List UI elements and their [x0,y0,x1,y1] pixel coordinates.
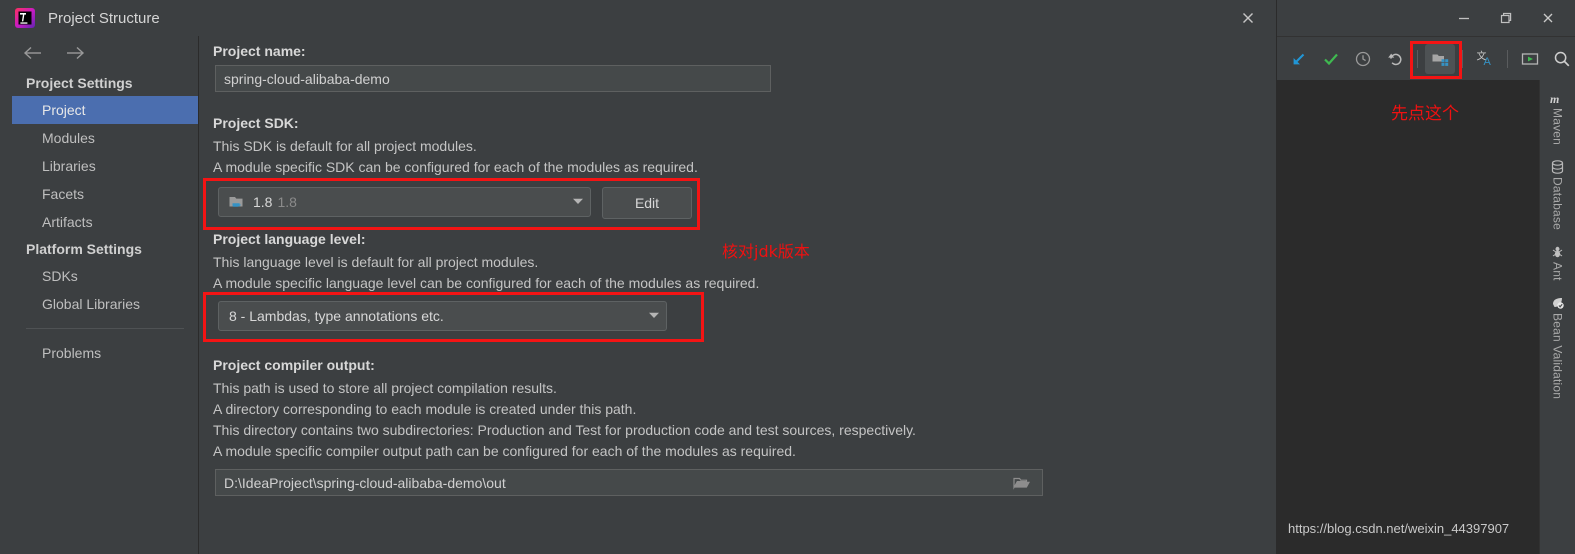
project-name-input[interactable]: spring-cloud-alibaba-demo [215,65,771,92]
translate-icon[interactable]: 文 A [1470,44,1500,74]
folder-open-icon[interactable] [1002,476,1042,490]
bean-validation-icon [1550,295,1565,311]
language-level-value: 8 - Lambdas, type annotations etc. [229,308,444,324]
jump-to-source-icon[interactable] [1284,44,1314,74]
project-structure-icon[interactable] [1425,43,1455,74]
toolbar-separator-2 [1462,49,1463,68]
project-sdk-desc-2: A module specific SDK can be configured … [213,159,698,175]
ide-tool-window-strip: m Maven Database Ant Bean Validation [1539,80,1575,554]
run-icon[interactable] [1515,44,1545,74]
sidebar-item-global-libraries[interactable]: Global Libraries [12,290,198,318]
close-icon[interactable] [1527,3,1569,33]
ide-toolbar: 文 A [1268,36,1575,80]
language-level-label: Project language level: [213,231,366,247]
edit-sdk-button[interactable]: Edit [602,187,692,219]
tool-tab-ant[interactable]: Ant [1540,244,1575,281]
project-sdk-desc-1: This SDK is default for all project modu… [213,138,477,154]
ide-title-bar [1268,0,1575,36]
tool-tab-database[interactable]: Database [1540,159,1575,230]
tool-tab-label: Bean Validation [1550,312,1565,399]
ide-editor-area [1268,80,1539,554]
clock-icon[interactable] [1348,44,1378,74]
compiler-output-input[interactable]: D:\IdeaProject\spring-cloud-alibaba-demo… [215,469,1043,496]
ant-icon [1550,244,1565,260]
sidebar-divider [26,328,184,329]
navigation-arrows [12,36,198,70]
arrow-right-icon[interactable] [64,45,86,61]
dialog-title-bar: Project Structure [8,0,1276,36]
toolbar-separator-3 [1507,49,1508,68]
dialog-sidebar: Project Settings Project Modules Librari… [12,36,199,554]
watermark: https://blog.csdn.net/weixin_44397907 [1288,521,1510,536]
compiler-output-desc-3: This directory contains two subdirectori… [213,422,916,438]
tool-tab-bean-validation[interactable]: Bean Validation [1540,295,1575,399]
dialog-title: Project Structure [48,9,160,27]
search-icon[interactable] [1547,44,1575,74]
compiler-output-desc-2: A directory corresponding to each module… [213,401,637,417]
sidebar-group-project-settings: Project Settings [26,75,133,91]
toolbar-separator [1417,49,1418,68]
sidebar-item-artifacts[interactable]: Artifacts [12,208,198,236]
maven-icon: m [1550,90,1565,106]
screenshot-root: 文 A m Maven Database Ant Bean Validation… [0,0,1575,554]
sidebar-item-problems[interactable]: Problems [12,339,198,367]
undo-icon[interactable] [1380,44,1410,74]
svg-text:A: A [1484,56,1492,68]
project-sdk-label: Project SDK: [213,115,299,131]
sidebar-item-modules[interactable]: Modules [12,124,198,152]
sidebar-item-facets[interactable]: Facets [12,180,198,208]
language-level-combobox[interactable]: 8 - Lambdas, type annotations etc. [218,301,667,331]
compiler-output-desc-1: This path is used to store all project c… [213,380,557,396]
intellij-idea-logo-icon [14,7,36,29]
tool-tab-label: Database [1550,177,1565,231]
database-icon [1550,159,1565,175]
compiler-output-desc-4: A module specific compiler output path c… [213,443,796,459]
project-sdk-value: 1.8 [253,194,273,210]
language-level-desc-2: A module specific language level can be … [213,275,760,291]
tool-tab-maven[interactable]: m Maven [1540,90,1575,146]
check-icon[interactable] [1316,44,1346,74]
tool-tab-label: Ant [1550,262,1565,281]
sidebar-item-project[interactable]: Project [12,96,198,124]
sidebar-group-platform-settings: Platform Settings [26,241,142,257]
annotation-text-jdk: 核对jdk版本 [722,242,810,261]
jdk-folder-icon [229,195,246,210]
restore-icon[interactable] [1485,3,1527,33]
sidebar-item-libraries[interactable]: Libraries [12,152,198,180]
chevron-down-icon [572,197,584,208]
ide-left-strip [0,0,8,554]
project-sdk-combobox[interactable]: 1.8 1.8 [218,187,591,217]
annotation-text-toolbar: 先点这个 [1391,104,1459,124]
compiler-output-label: Project compiler output: [213,357,375,373]
project-sdk-value-suffix: 1.8 [277,194,297,210]
svg-text:m: m [1550,92,1559,105]
minimize-icon[interactable] [1443,3,1485,33]
dialog-close-icon[interactable] [1230,3,1266,33]
dialog-main-panel: Project name: spring-cloud-alibaba-demo … [199,36,1276,554]
project-name-label: Project name: [213,43,306,59]
sidebar-item-sdks[interactable]: SDKs [12,262,198,290]
arrow-left-icon[interactable] [22,45,44,61]
project-structure-dialog: Project Structure Project Settings Proje… [8,0,1277,554]
window-controls [1443,0,1569,36]
tool-tab-label: Maven [1550,108,1565,146]
chevron-down-icon [648,311,660,322]
language-level-desc-1: This language level is default for all p… [213,254,539,270]
compiler-output-value: D:\IdeaProject\spring-cloud-alibaba-demo… [224,474,506,491]
